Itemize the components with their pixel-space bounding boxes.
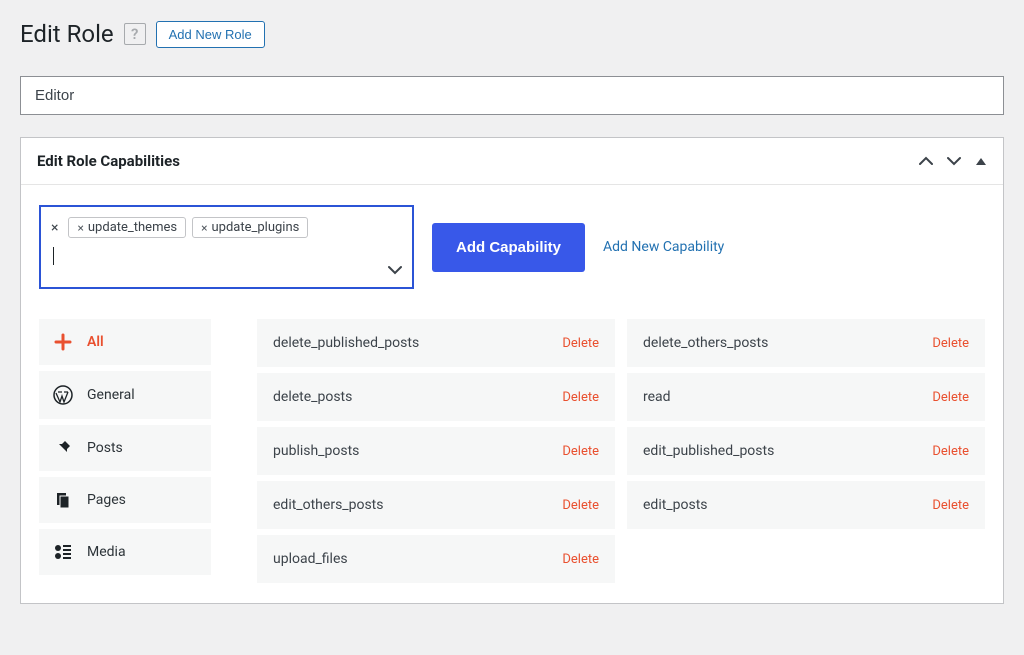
category-nav: All General Posts xyxy=(39,319,211,583)
delete-capability-link[interactable]: Delete xyxy=(562,498,599,513)
dropdown-chevron-icon[interactable] xyxy=(388,265,402,275)
nav-label: General xyxy=(87,387,135,403)
capability-row: delete_published_posts Delete xyxy=(257,319,615,367)
tag-label: update_plugins xyxy=(212,220,300,235)
nav-label: All xyxy=(87,334,104,350)
capability-name: edit_published_posts xyxy=(643,443,774,459)
help-icon[interactable]: ? xyxy=(124,23,146,45)
capability-name: delete_published_posts xyxy=(273,335,419,351)
media-icon xyxy=(53,543,73,561)
delete-capability-link[interactable]: Delete xyxy=(562,336,599,351)
capability-row: edit_published_posts Delete xyxy=(627,427,985,475)
pages-icon xyxy=(53,491,73,509)
role-name-input[interactable] xyxy=(20,76,1004,115)
add-new-capability-link[interactable]: Add New Capability xyxy=(603,239,724,255)
plus-icon xyxy=(53,333,73,351)
tag-update-themes[interactable]: × update_themes xyxy=(68,217,186,238)
tag-remove-icon[interactable]: × xyxy=(201,221,207,235)
add-capability-button[interactable]: Add Capability xyxy=(432,223,585,272)
capability-row: upload_files Delete xyxy=(257,535,615,583)
delete-capability-link[interactable]: Delete xyxy=(562,444,599,459)
collapse-triangle-icon[interactable] xyxy=(975,156,987,166)
capability-row: edit_others_posts Delete xyxy=(257,481,615,529)
tag-update-plugins[interactable]: × update_plugins xyxy=(192,217,308,238)
capability-row: read Delete xyxy=(627,373,985,421)
nav-item-media[interactable]: Media xyxy=(39,529,211,575)
delete-capability-link[interactable]: Delete xyxy=(932,336,969,351)
capability-tag-input[interactable]: × × update_themes × update_plugins xyxy=(39,205,414,289)
capabilities-panel: Edit Role Capabilities × × xyxy=(20,137,1004,604)
delete-capability-link[interactable]: Delete xyxy=(932,498,969,513)
capability-name: delete_others_posts xyxy=(643,335,768,351)
pin-icon xyxy=(53,439,73,457)
capability-name: delete_posts xyxy=(273,389,352,405)
nav-item-posts[interactable]: Posts xyxy=(39,425,211,471)
capability-name: edit_posts xyxy=(643,497,708,513)
nav-item-pages[interactable]: Pages xyxy=(39,477,211,523)
wordpress-icon xyxy=(53,385,73,405)
nav-item-all[interactable]: All xyxy=(39,319,211,365)
capability-row: delete_others_posts Delete xyxy=(627,319,985,367)
chevron-down-icon[interactable] xyxy=(947,156,961,166)
capabilities-grid: delete_published_posts Delete delete_oth… xyxy=(257,319,985,583)
chevron-up-icon[interactable] xyxy=(919,156,933,166)
add-new-role-button[interactable]: Add New Role xyxy=(156,21,265,48)
delete-capability-link[interactable]: Delete xyxy=(562,390,599,405)
capability-name: upload_files xyxy=(273,551,348,567)
capability-name: publish_posts xyxy=(273,443,359,459)
nav-label: Pages xyxy=(87,492,126,508)
delete-capability-link[interactable]: Delete xyxy=(562,552,599,567)
nav-item-general[interactable]: General xyxy=(39,371,211,419)
tag-label: update_themes xyxy=(88,220,177,235)
nav-label: Posts xyxy=(87,440,123,456)
capability-name: read xyxy=(643,389,671,405)
capability-row: delete_posts Delete xyxy=(257,373,615,421)
nav-label: Media xyxy=(87,544,126,560)
capability-row: edit_posts Delete xyxy=(627,481,985,529)
page-title: Edit Role xyxy=(20,20,114,48)
capability-name: edit_others_posts xyxy=(273,497,383,513)
delete-capability-link[interactable]: Delete xyxy=(932,390,969,405)
text-cursor xyxy=(53,247,54,265)
panel-title: Edit Role Capabilities xyxy=(37,152,180,170)
tag-remove-icon[interactable]: × xyxy=(77,221,83,235)
capability-row: publish_posts Delete xyxy=(257,427,615,475)
delete-capability-link[interactable]: Delete xyxy=(932,444,969,459)
clear-all-icon[interactable]: × xyxy=(51,220,58,236)
